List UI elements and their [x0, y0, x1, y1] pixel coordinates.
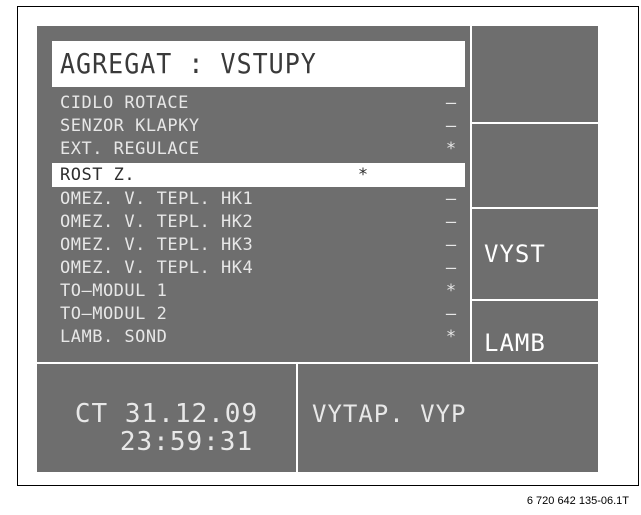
status-text: VYTAP. VYP: [312, 400, 467, 428]
menu-row-selected[interactable]: ROST Z. *: [52, 163, 465, 187]
row-value: –: [445, 189, 457, 209]
row-label: LAMB. SOND: [60, 327, 168, 347]
row-label: ROST Z.: [60, 165, 136, 185]
row-label: TO–MODUL 2: [60, 304, 168, 324]
menu-row[interactable]: OMEZ. V. TEPL. HK4 –: [52, 258, 465, 279]
row-value: –: [445, 304, 457, 324]
date-text: CT 31.12.09: [74, 399, 259, 429]
footer-vertical-divider: [296, 364, 298, 472]
row-label: OMEZ. V. TEPL. HK1: [60, 189, 254, 209]
row-value: –: [445, 235, 457, 255]
display-screen: AGREGAT : VSTUPY CIDLO ROTACE – SENZOR K…: [37, 26, 598, 472]
softkey-separator: [470, 122, 598, 124]
softkey-vyst[interactable]: VYST: [484, 240, 546, 268]
softkey-separator: [470, 207, 598, 209]
row-value: –: [445, 116, 457, 136]
menu-row[interactable]: OMEZ. V. TEPL. HK2 –: [52, 212, 465, 233]
row-label: EXT. REGULACE: [60, 139, 200, 159]
screen-title: AGREGAT : VSTUPY: [52, 41, 465, 87]
row-label: OMEZ. V. TEPL. HK3: [60, 235, 254, 255]
figure-caption: 6 720 642 135-06.1T: [526, 495, 629, 507]
row-value: *: [445, 327, 457, 347]
softkey-separator: [470, 299, 598, 301]
row-label: OMEZ. V. TEPL. HK4: [60, 258, 254, 278]
row-value: *: [445, 139, 457, 159]
date-time-display: CT 31.12.09 23:59:31: [37, 400, 296, 456]
menu-row[interactable]: EXT. REGULACE *: [52, 139, 465, 160]
row-label: OMEZ. V. TEPL. HK2: [60, 212, 254, 232]
row-label: SENZOR KLAPKY: [60, 116, 200, 136]
row-value: *: [357, 165, 369, 185]
row-value: –: [445, 258, 457, 278]
row-label: TO–MODUL 1: [60, 281, 168, 301]
menu-row[interactable]: CIDLO ROTACE –: [52, 93, 465, 114]
menu-row[interactable]: OMEZ. V. TEPL. HK1 –: [52, 189, 465, 210]
menu-row[interactable]: SENZOR KLAPKY –: [52, 116, 465, 137]
time-text: 23:59:31: [119, 427, 254, 457]
footer-divider: [37, 362, 598, 364]
row-value: *: [445, 281, 457, 301]
menu-row[interactable]: TO–MODUL 2 –: [52, 304, 465, 325]
sidebar-divider: [470, 26, 472, 362]
row-value: –: [445, 93, 457, 113]
row-label: CIDLO ROTACE: [60, 93, 189, 113]
row-value: –: [445, 212, 457, 232]
menu-row[interactable]: LAMB. SOND *: [52, 327, 465, 348]
menu-row[interactable]: OMEZ. V. TEPL. HK3 –: [52, 235, 465, 256]
menu-row[interactable]: TO–MODUL 1 *: [52, 281, 465, 302]
softkey-lamb[interactable]: LAMB: [484, 329, 546, 357]
